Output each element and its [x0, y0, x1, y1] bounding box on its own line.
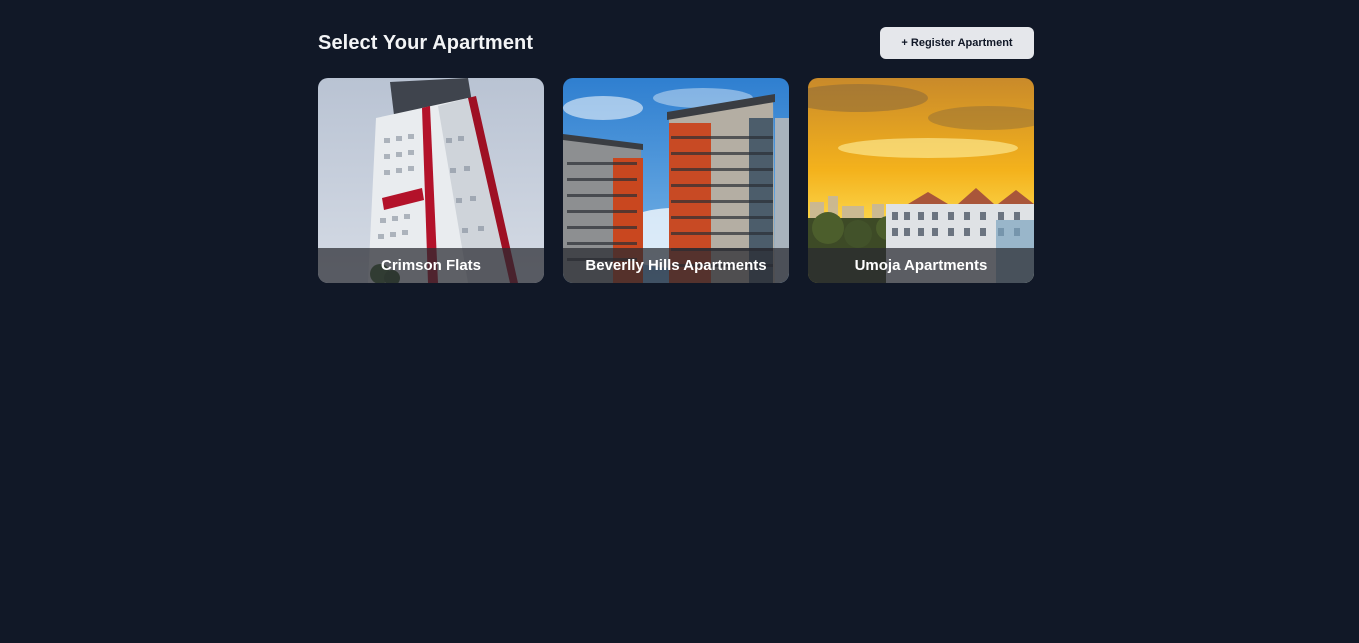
page-title: Select Your Apartment: [318, 31, 534, 54]
page-header: Select Your Apartment + Register Apartme…: [318, 27, 1034, 59]
apartment-card-umoja[interactable]: Umoja Apartments: [808, 78, 1034, 283]
apartment-name: Crimson Flats: [318, 248, 544, 283]
apartment-grid: Crimson Flats Beverlly Hills Apartments …: [318, 78, 1034, 283]
apartment-name: Umoja Apartments: [808, 248, 1034, 283]
apartment-card-crimson-flats[interactable]: Crimson Flats: [318, 78, 544, 283]
apartment-name: Beverlly Hills Apartments: [563, 248, 789, 283]
register-apartment-button[interactable]: + Register Apartment: [880, 27, 1034, 59]
apartment-card-beverlly-hills[interactable]: Beverlly Hills Apartments: [563, 78, 789, 283]
apartment-selection-page: Select Your Apartment + Register Apartme…: [318, 27, 1034, 283]
